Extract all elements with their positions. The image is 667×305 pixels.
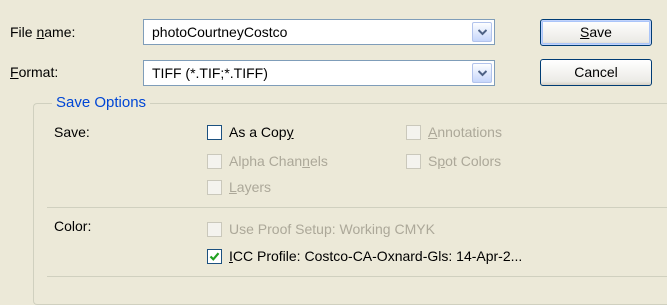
save-button[interactable]: Save (540, 19, 652, 46)
icc-profile-label[interactable]: ICC Profile: Costco-CA-Oxnard-Gls: 14-Ap… (229, 248, 522, 264)
use-proof-setup-checkbox[interactable] (207, 222, 222, 237)
color-label: Color: (54, 218, 92, 234)
format-combobox[interactable]: TIFF (*.TIF;*.TIFF) (143, 60, 495, 86)
file-name-dropdown-button[interactable] (472, 22, 492, 42)
alpha-channels-label: Alpha Channels (229, 153, 328, 169)
file-name-combobox[interactable]: photoCourtneyCostco (143, 19, 495, 45)
spot-colors-label: Spot Colors (428, 153, 502, 169)
section-divider (47, 207, 667, 208)
chevron-down-icon (478, 70, 487, 77)
as-a-copy-checkbox[interactable] (207, 125, 222, 140)
annotations-label: Annotations (428, 124, 502, 140)
format-select-value[interactable]: TIFF (*.TIF;*.TIFF) (152, 65, 268, 81)
checkmark-icon (209, 252, 220, 261)
annotations-checkbox[interactable] (406, 125, 421, 140)
file-name-input[interactable]: photoCourtneyCostco (152, 24, 287, 40)
format-label: Format: (10, 64, 59, 80)
alpha-channels-checkbox[interactable] (207, 154, 222, 169)
as-a-copy-label[interactable]: As a Copy (229, 124, 294, 140)
layers-checkbox[interactable] (207, 180, 222, 195)
icc-profile-checkbox[interactable] (207, 249, 222, 264)
use-proof-setup-label: Use Proof Setup: Working CMYK (229, 221, 435, 237)
file-name-label: File name: (10, 24, 76, 40)
chevron-down-icon (478, 29, 487, 36)
spot-colors-checkbox[interactable] (406, 154, 421, 169)
save-options-group (33, 103, 667, 305)
format-dropdown-button[interactable] (472, 63, 492, 83)
cancel-button[interactable]: Cancel (540, 59, 652, 86)
save-label: Save: (54, 124, 90, 140)
layers-label: Layers (229, 179, 272, 195)
save-options-legend: Save Options (52, 94, 151, 111)
section-divider-bottom (47, 276, 667, 277)
